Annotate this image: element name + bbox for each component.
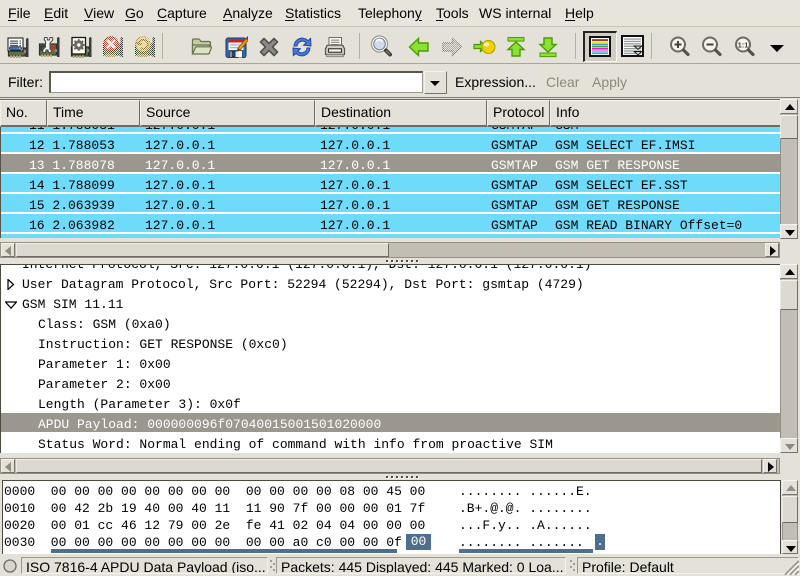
svg-text:1:1: 1:1 xyxy=(738,41,749,50)
